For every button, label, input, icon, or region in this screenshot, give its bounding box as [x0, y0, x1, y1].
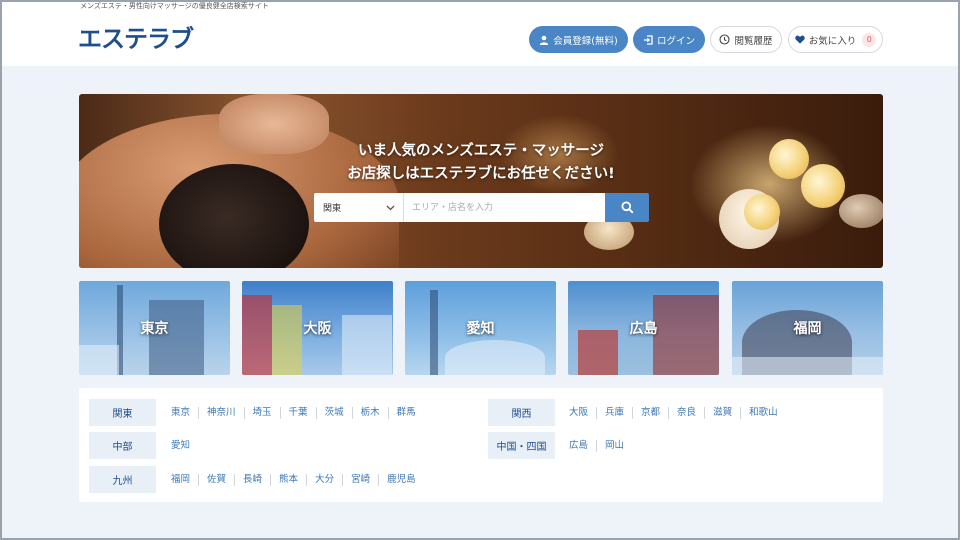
search-icon — [621, 201, 634, 214]
region-select[interactable]: 関東 — [314, 193, 404, 222]
prefecture-link[interactable]: 佐賀 — [198, 473, 234, 486]
site-header: メンズエステ・男性向けマッサージの優良健全店検索サイト エステラブ 会員登録(無… — [0, 0, 960, 66]
login-icon — [643, 34, 653, 45]
chevron-down-icon — [386, 205, 395, 210]
prefecture-link[interactable]: 滋賀 — [704, 406, 740, 419]
city-name: 東京 — [140, 321, 169, 337]
login-button[interactable]: ログイン — [633, 26, 705, 53]
prefecture-link[interactable]: 愛知 — [171, 440, 198, 452]
skyline-image — [342, 315, 392, 375]
prefecture-link[interactable]: 大分 — [306, 473, 342, 486]
city-name: 大阪 — [303, 321, 332, 337]
prefecture-link[interactable]: 広島 — [569, 440, 596, 452]
prefecture-list-kanto: 東京 神奈川 埼玉 千葉 茨城 栃木 群馬 — [171, 399, 424, 426]
city-tile-tokyo[interactable]: 東京 — [79, 281, 230, 375]
skyline-image — [272, 305, 302, 375]
favorites-button[interactable]: お気に入り 0 — [788, 26, 883, 53]
site-tagline: メンズエステ・男性向けマッサージの優良健全店検索サイト — [80, 2, 269, 10]
region-label-kanto[interactable]: 関東 — [89, 399, 156, 426]
region-label-kyushu[interactable]: 九州 — [89, 466, 156, 493]
city-tile-aichi[interactable]: 愛知 — [405, 281, 556, 375]
prefecture-list-kansai: 大阪 兵庫 京都 奈良 滋賀 和歌山 — [569, 399, 786, 426]
region-label-chugoku-shikoku[interactable]: 中国・四国 — [488, 432, 555, 459]
region-select-value: 関東 — [323, 204, 342, 214]
prefecture-link[interactable]: 和歌山 — [740, 406, 786, 419]
region-label-kansai[interactable]: 関西 — [488, 399, 555, 426]
city-name: 広島 — [629, 321, 658, 337]
prefecture-list-chugoku-shikoku: 広島 岡山 — [569, 432, 632, 459]
city-tile-osaka[interactable]: 大阪 — [242, 281, 393, 375]
clock-icon — [719, 34, 731, 45]
prefecture-link[interactable]: 鹿児島 — [378, 473, 424, 486]
region-panel: 関東 東京 神奈川 埼玉 千葉 茨城 栃木 群馬 中部 愛知 九州 福岡 佐賀 … — [79, 388, 883, 502]
prefecture-link[interactable]: 群馬 — [387, 406, 424, 419]
prefecture-link[interactable]: 兵庫 — [596, 406, 632, 419]
skyline-image — [242, 295, 272, 375]
heart-icon — [795, 35, 805, 44]
prefecture-link[interactable]: 福岡 — [171, 474, 198, 486]
city-name: 福岡 — [793, 321, 822, 337]
city-tile-hiroshima[interactable]: 広島 — [568, 281, 719, 375]
prefecture-link[interactable]: 長崎 — [234, 473, 270, 486]
prefecture-link[interactable]: 熊本 — [270, 473, 306, 486]
prefecture-link[interactable]: 京都 — [632, 406, 668, 419]
search-bar: 関東 — [314, 193, 649, 222]
prefecture-link[interactable]: 千葉 — [279, 406, 316, 419]
prefecture-link[interactable]: 大阪 — [569, 407, 596, 419]
city-tile-fukuoka[interactable]: 福岡 — [732, 281, 883, 375]
login-label: ログイン — [656, 35, 695, 47]
site-logo[interactable]: エステラブ — [78, 26, 194, 52]
torii-image — [578, 330, 618, 375]
shrine-image — [653, 295, 719, 375]
register-button[interactable]: 会員登録(無料) — [529, 26, 628, 53]
user-icon — [540, 35, 549, 45]
skyline-image — [79, 345, 119, 375]
search-input[interactable] — [404, 193, 605, 222]
history-label: 閲覧履歴 — [734, 35, 773, 47]
skyline-image — [445, 340, 545, 375]
prefecture-link[interactable]: 東京 — [171, 407, 198, 419]
prefecture-link[interactable]: 岡山 — [596, 439, 632, 452]
skyline-image — [732, 357, 883, 375]
search-button[interactable] — [605, 193, 649, 222]
hero-title-line2: お店探しはエステラブにお任せください! — [347, 166, 615, 182]
prefecture-link[interactable]: 奈良 — [668, 406, 704, 419]
region-label-chubu[interactable]: 中部 — [89, 432, 156, 459]
prefecture-link[interactable]: 栃木 — [351, 406, 388, 419]
stone-image — [839, 194, 883, 228]
prefecture-list-kyushu: 福岡 佐賀 長崎 熊本 大分 宮崎 鹿児島 — [171, 466, 424, 493]
flower-image — [744, 194, 780, 230]
history-button[interactable]: 閲覧履歴 — [710, 26, 782, 53]
hero-banner: いま人気のメンズエステ・マッサージ お店探しはエステラブにお任せください! 関東 — [79, 94, 883, 268]
prefecture-link[interactable]: 茨城 — [315, 406, 352, 419]
prefecture-link[interactable]: 宮崎 — [342, 473, 378, 486]
skyline-image — [430, 290, 438, 375]
favorites-label: お気に入り — [808, 35, 857, 47]
register-label: 会員登録(無料) — [553, 35, 618, 47]
favorites-count-badge: 0 — [862, 32, 877, 47]
prefecture-link[interactable]: 神奈川 — [198, 406, 244, 419]
prefecture-list-chubu: 愛知 — [171, 432, 198, 459]
city-name: 愛知 — [466, 321, 495, 337]
prefecture-link[interactable]: 埼玉 — [243, 406, 280, 419]
hero-title-line1: いま人気のメンズエステ・マッサージ — [358, 143, 604, 159]
